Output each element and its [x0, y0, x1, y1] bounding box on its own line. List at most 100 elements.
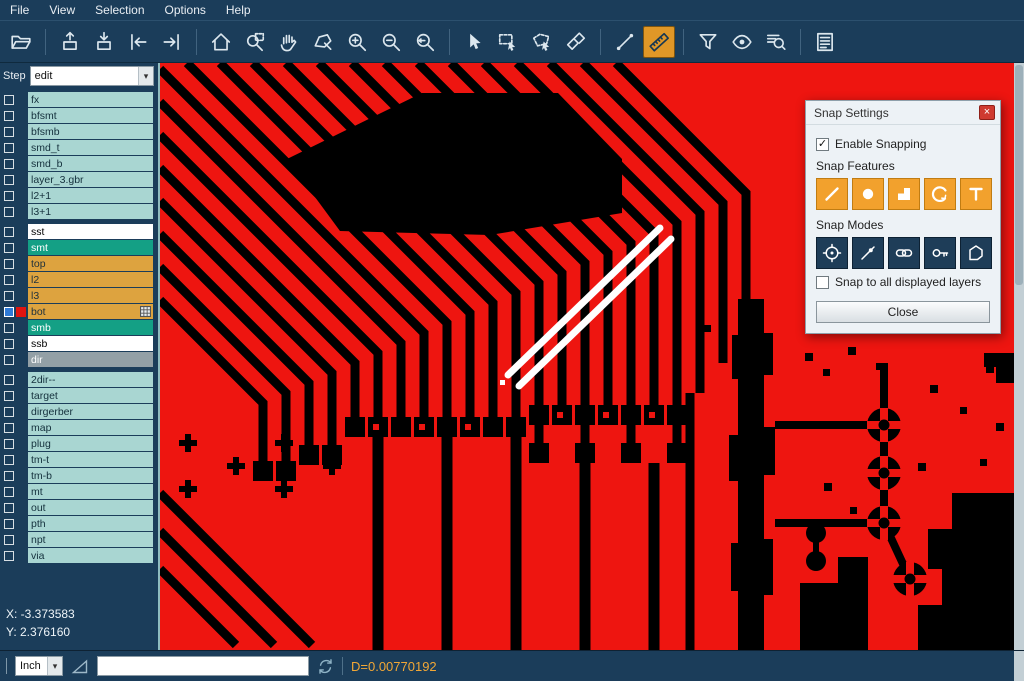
enable-snapping-checkbox[interactable]: ✓ Enable Snapping [816, 137, 990, 151]
close-icon[interactable]: × [979, 105, 995, 120]
report-list-button[interactable] [809, 26, 841, 58]
layer-mt[interactable]: mt [28, 484, 153, 499]
layer-row-fx[interactable]: fx [0, 92, 158, 107]
layer-ssb[interactable]: ssb [28, 336, 153, 351]
layer-visibility-checkbox[interactable] [4, 519, 14, 529]
select-polygon-button[interactable] [526, 26, 558, 58]
layer-row-out[interactable]: out [0, 500, 158, 515]
layer-visibility-checkbox[interactable] [4, 227, 14, 237]
layer-row-smt[interactable]: smt [0, 240, 158, 255]
layer-visibility-checkbox[interactable] [4, 243, 14, 253]
layer-fx[interactable]: fx [28, 92, 153, 107]
arrow-in-left-button[interactable] [122, 26, 154, 58]
snap-mode-link-button[interactable] [888, 237, 920, 269]
unit-dropdown[interactable]: Inch ▾ [15, 656, 63, 676]
snap-feature-pad-button[interactable] [852, 178, 884, 210]
filter-funnel-button[interactable] [692, 26, 724, 58]
snap-feature-arc-button[interactable] [924, 178, 956, 210]
layer-visibility-checkbox[interactable] [4, 487, 14, 497]
layer-visibility-checkbox[interactable] [4, 207, 14, 217]
layer-visibility-checkbox[interactable] [4, 143, 14, 153]
layer-row-l2[interactable]: l2 [0, 272, 158, 287]
menu-options[interactable]: Options [155, 1, 216, 19]
layer-row-l2+1[interactable]: l2+1 [0, 188, 158, 203]
checkbox-checked[interactable]: ✓ [816, 138, 829, 151]
menu-file[interactable]: File [0, 1, 39, 19]
zoom-in-button[interactable] [341, 26, 373, 58]
checkbox-unchecked[interactable] [816, 276, 829, 289]
layer-row-smd_b[interactable]: smd_b [0, 156, 158, 171]
layer-row-sst[interactable]: sst [0, 224, 158, 239]
menu-selection[interactable]: Selection [85, 1, 154, 19]
layer-row-npt[interactable]: npt [0, 532, 158, 547]
hatch-tiles-button[interactable] [560, 26, 592, 58]
select-rect-button[interactable] [492, 26, 524, 58]
layer-dirgerber[interactable]: dirgerber [28, 404, 153, 419]
layer-row-ssb[interactable]: ssb [0, 336, 158, 351]
layer-out[interactable]: out [28, 500, 153, 515]
layer-row-smb[interactable]: smb [0, 320, 158, 335]
layer-visibility-checkbox[interactable] [4, 275, 14, 285]
layer-pth[interactable]: pth [28, 516, 153, 531]
layer-tm-b[interactable]: tm-b [28, 468, 153, 483]
draw-polygon-button[interactable] [307, 26, 339, 58]
snap-mode-vertex-button[interactable] [960, 237, 992, 269]
layer-bot[interactable]: bot [28, 304, 153, 319]
layer-bfsmb[interactable]: bfsmb [28, 124, 153, 139]
layer-visibility-checkbox[interactable] [4, 375, 14, 385]
menu-help[interactable]: Help [216, 1, 261, 19]
layer-row-l3+1[interactable]: l3+1 [0, 204, 158, 219]
close-button[interactable]: Close [816, 301, 990, 323]
layer-plug[interactable]: plug [28, 436, 153, 451]
layer-row-top[interactable]: top [0, 256, 158, 271]
zoom-window-button[interactable] [239, 26, 271, 58]
layer-visibility-checkbox[interactable] [4, 307, 14, 317]
layer-row-l3[interactable]: l3 [0, 288, 158, 303]
vertical-scrollbar[interactable] [1014, 63, 1024, 650]
layer-visibility-checkbox[interactable] [4, 471, 14, 481]
layer-l3[interactable]: l3 [28, 288, 153, 303]
layer-via[interactable]: via [28, 548, 153, 563]
layer-visibility-checkbox[interactable] [4, 291, 14, 301]
layer-visibility-checkbox[interactable] [4, 111, 14, 121]
arrow-out-right-button[interactable] [156, 26, 188, 58]
layer-row-plug[interactable]: plug [0, 436, 158, 451]
layer-map[interactable]: map [28, 420, 153, 435]
layer-top[interactable]: top [28, 256, 153, 271]
layer-row-mt[interactable]: mt [0, 484, 158, 499]
refresh-icon[interactable] [317, 658, 334, 675]
layer-visibility-checkbox[interactable] [4, 259, 14, 269]
layer-visibility-checkbox[interactable] [4, 455, 14, 465]
import-down-button[interactable] [88, 26, 120, 58]
layer-row-dirgerber[interactable]: dirgerber [0, 404, 158, 419]
layer-row-tm-t[interactable]: tm-t [0, 452, 158, 467]
layer-npt[interactable]: npt [28, 532, 153, 547]
layer-smd_b[interactable]: smd_b [28, 156, 153, 171]
layer-visibility-checkbox[interactable] [4, 391, 14, 401]
layer-l2[interactable]: l2 [28, 272, 153, 287]
snap-feature-line-button[interactable] [816, 178, 848, 210]
command-input[interactable] [97, 656, 309, 676]
dialog-titlebar[interactable]: Snap Settings × [806, 101, 1000, 125]
layer-tm-t[interactable]: tm-t [28, 452, 153, 467]
layer-visibility-checkbox[interactable] [4, 159, 14, 169]
home-button[interactable] [205, 26, 237, 58]
layer-row-via[interactable]: via [0, 548, 158, 563]
layer-l3+1[interactable]: l3+1 [28, 204, 153, 219]
layer-sst[interactable]: sst [28, 224, 153, 239]
layer-visibility-checkbox[interactable] [4, 355, 14, 365]
layer-visibility-checkbox[interactable] [4, 127, 14, 137]
zoom-previous-button[interactable] [409, 26, 441, 58]
layer-row-bfsmt[interactable]: bfsmt [0, 108, 158, 123]
layer-visibility-checkbox[interactable] [4, 95, 14, 105]
snap-mode-nearest-button[interactable] [852, 237, 884, 269]
layer-bfsmt[interactable]: bfsmt [28, 108, 153, 123]
snap-mode-key-button[interactable] [924, 237, 956, 269]
ruler-button[interactable] [643, 26, 675, 58]
layer-visibility-checkbox[interactable] [4, 551, 14, 561]
layer-layer_3.gbr[interactable]: layer_3.gbr [28, 172, 153, 187]
highlight-eye-button[interactable] [726, 26, 758, 58]
layer-visibility-checkbox[interactable] [4, 407, 14, 417]
snap-all-layers-checkbox[interactable]: Snap to all displayed layers [816, 275, 990, 289]
layer-visibility-checkbox[interactable] [4, 535, 14, 545]
